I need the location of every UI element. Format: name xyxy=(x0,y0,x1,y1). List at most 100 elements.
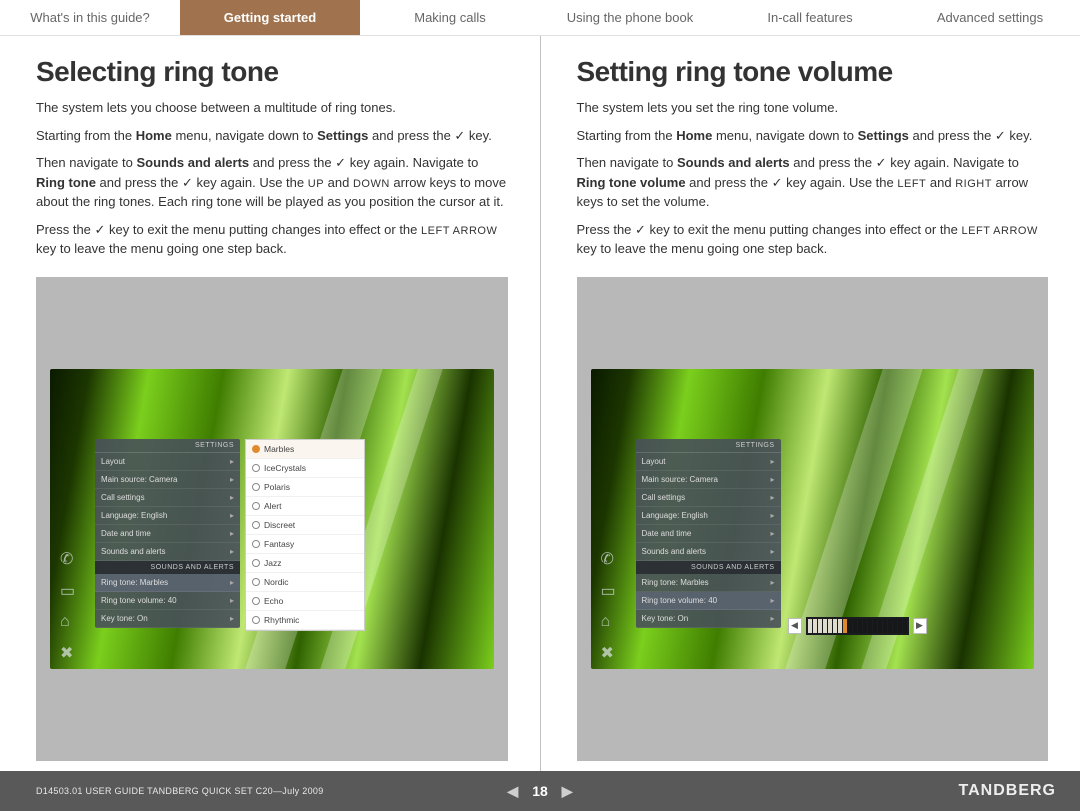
check-icon: ✓ xyxy=(995,128,1006,143)
right-column: Setting ring tone volume The system lets… xyxy=(541,36,1080,771)
left-title: Selecting ring tone xyxy=(36,56,508,88)
phone-icon: ✆ xyxy=(601,549,616,569)
right-screenshot: ✆ ▭ ⌂ ✖ SETTINGS Layout▸ Main source: Ca… xyxy=(577,277,1049,762)
right-p1: The system lets you set the ring tone vo… xyxy=(577,98,1049,118)
right-p4: Press the ✓ key to exit the menu putting… xyxy=(577,220,1049,259)
panel-row: Main source: Camera▸ xyxy=(636,471,781,489)
pager: ◀ 18 ▶ xyxy=(507,783,572,800)
panel-row: Ring tone: Marbles▸ xyxy=(95,574,240,592)
brand-logo: TANDBERG xyxy=(959,782,1056,800)
chevron-right-icon: ▸ xyxy=(230,529,234,538)
check-icon: ✓ xyxy=(182,175,193,190)
right-title: Setting ring tone volume xyxy=(577,56,1049,88)
check-icon: ✓ xyxy=(772,175,783,190)
volume-right-button: ▶ xyxy=(913,618,927,634)
tab-in-call-features[interactable]: In-call features xyxy=(720,0,900,35)
ringtone-option: Marbles xyxy=(246,440,364,459)
check-icon: ✓ xyxy=(335,155,346,170)
right-p2: Starting from the Home menu, navigate do… xyxy=(577,126,1049,146)
panel-row: Key tone: On▸ xyxy=(95,610,240,628)
settings-panel: SETTINGS Layout▸ Main source: Camera▸ Ca… xyxy=(95,439,240,628)
volume-segments xyxy=(806,617,909,635)
ringtone-option: Nordic xyxy=(246,573,364,592)
check-icon: ✓ xyxy=(95,222,106,237)
side-icons: ✆ ▭ ⌂ ✖ xyxy=(601,549,616,663)
left-p3: Then navigate to Sounds and alerts and p… xyxy=(36,153,508,212)
chevron-right-icon: ▸ xyxy=(230,475,234,484)
doc-id: D14503.01 USER GUIDE TANDBERG QUICK SET … xyxy=(36,786,324,796)
left-p2: Starting from the Home menu, navigate do… xyxy=(36,126,508,146)
panel-row: Language: English▸ xyxy=(636,507,781,525)
ringtone-option: Jazz xyxy=(246,554,364,573)
chevron-right-icon: ▸ xyxy=(230,596,234,605)
page-number: 18 xyxy=(532,783,548,799)
chevron-right-icon: ▸ xyxy=(770,596,774,605)
ringtone-options: Marbles IceCrystals Polaris Alert Discre… xyxy=(245,439,365,631)
ringtone-option: Polaris xyxy=(246,478,364,497)
panel-row: Date and time▸ xyxy=(636,525,781,543)
chevron-right-icon: ▸ xyxy=(770,457,774,466)
panel-header-settings: SETTINGS xyxy=(636,439,781,453)
tools-icon: ✖ xyxy=(601,643,616,663)
panel-row: Sounds and alerts▸ xyxy=(95,543,240,561)
right-p3: Then navigate to Sounds and alerts and p… xyxy=(577,153,1049,212)
panel-row: Ring tone volume: 40▸ xyxy=(95,592,240,610)
panel-row: Ring tone volume: 40▸ xyxy=(636,592,781,610)
chevron-right-icon: ▸ xyxy=(770,614,774,623)
side-icons: ✆ ▭ ⌂ ✖ xyxy=(60,549,75,663)
panel-row: Key tone: On▸ xyxy=(636,610,781,628)
chevron-right-icon: ▸ xyxy=(230,547,234,556)
panel-row: Layout▸ xyxy=(636,453,781,471)
panel-row: Main source: Camera▸ xyxy=(95,471,240,489)
chevron-right-icon: ▸ xyxy=(770,578,774,587)
tab-making-calls[interactable]: Making calls xyxy=(360,0,540,35)
prev-page-button[interactable]: ◀ xyxy=(507,783,518,800)
top-nav: What's in this guide? Getting started Ma… xyxy=(0,0,1080,36)
ringtone-option: Alert xyxy=(246,497,364,516)
ringtone-option: Fantasy xyxy=(246,535,364,554)
phone-icon: ✆ xyxy=(60,549,75,569)
panel-row: Layout▸ xyxy=(95,453,240,471)
chevron-right-icon: ▸ xyxy=(770,529,774,538)
panel-row: Date and time▸ xyxy=(95,525,240,543)
panel-row: Call settings▸ xyxy=(95,489,240,507)
chevron-right-icon: ▸ xyxy=(230,614,234,623)
panel-row: Language: English▸ xyxy=(95,507,240,525)
tab-getting-started[interactable]: Getting started xyxy=(180,0,360,35)
volume-left-button: ◀ xyxy=(788,618,802,634)
settings-panel: SETTINGS Layout▸ Main source: Camera▸ Ca… xyxy=(636,439,781,628)
ringtone-option: Echo xyxy=(246,592,364,611)
device-icon: ⌂ xyxy=(60,613,75,631)
left-column: Selecting ring tone The system lets you … xyxy=(0,36,540,771)
left-p4: Press the ✓ key to exit the menu putting… xyxy=(36,220,508,259)
footer: D14503.01 USER GUIDE TANDBERG QUICK SET … xyxy=(0,771,1080,811)
tab-advanced-settings[interactable]: Advanced settings xyxy=(900,0,1080,35)
chevron-right-icon: ▸ xyxy=(230,511,234,520)
panel-row: Call settings▸ xyxy=(636,489,781,507)
ringtone-option: Discreet xyxy=(246,516,364,535)
ringtone-option: Rhythmic xyxy=(246,611,364,630)
next-page-button[interactable]: ▶ xyxy=(562,783,573,800)
tab-whats-in-this-guide[interactable]: What's in this guide? xyxy=(0,0,180,35)
left-p1: The system lets you choose between a mul… xyxy=(36,98,508,118)
chevron-right-icon: ▸ xyxy=(230,457,234,466)
panel-subheader: SOUNDS AND ALERTS xyxy=(636,561,781,574)
main-content: Selecting ring tone The system lets you … xyxy=(0,36,1080,771)
check-icon: ✓ xyxy=(454,128,465,143)
panel-header-settings: SETTINGS xyxy=(95,439,240,453)
chevron-right-icon: ▸ xyxy=(770,475,774,484)
device-icon: ⌂ xyxy=(601,613,616,631)
left-screenshot: ✆ ▭ ⌂ ✖ SETTINGS Layout▸ Main source: Ca… xyxy=(36,277,508,762)
panel-subheader: SOUNDS AND ALERTS xyxy=(95,561,240,574)
book-icon: ▭ xyxy=(601,581,616,601)
check-icon: ✓ xyxy=(876,155,887,170)
book-icon: ▭ xyxy=(60,581,75,601)
check-icon: ✓ xyxy=(635,222,646,237)
panel-row: Sounds and alerts▸ xyxy=(636,543,781,561)
ringtone-option: IceCrystals xyxy=(246,459,364,478)
chevron-right-icon: ▸ xyxy=(230,493,234,502)
chevron-right-icon: ▸ xyxy=(770,511,774,520)
panel-row: Ring tone: Marbles▸ xyxy=(636,574,781,592)
volume-control: ◀ ▶ xyxy=(788,617,927,635)
tab-using-phone-book[interactable]: Using the phone book xyxy=(540,0,720,35)
